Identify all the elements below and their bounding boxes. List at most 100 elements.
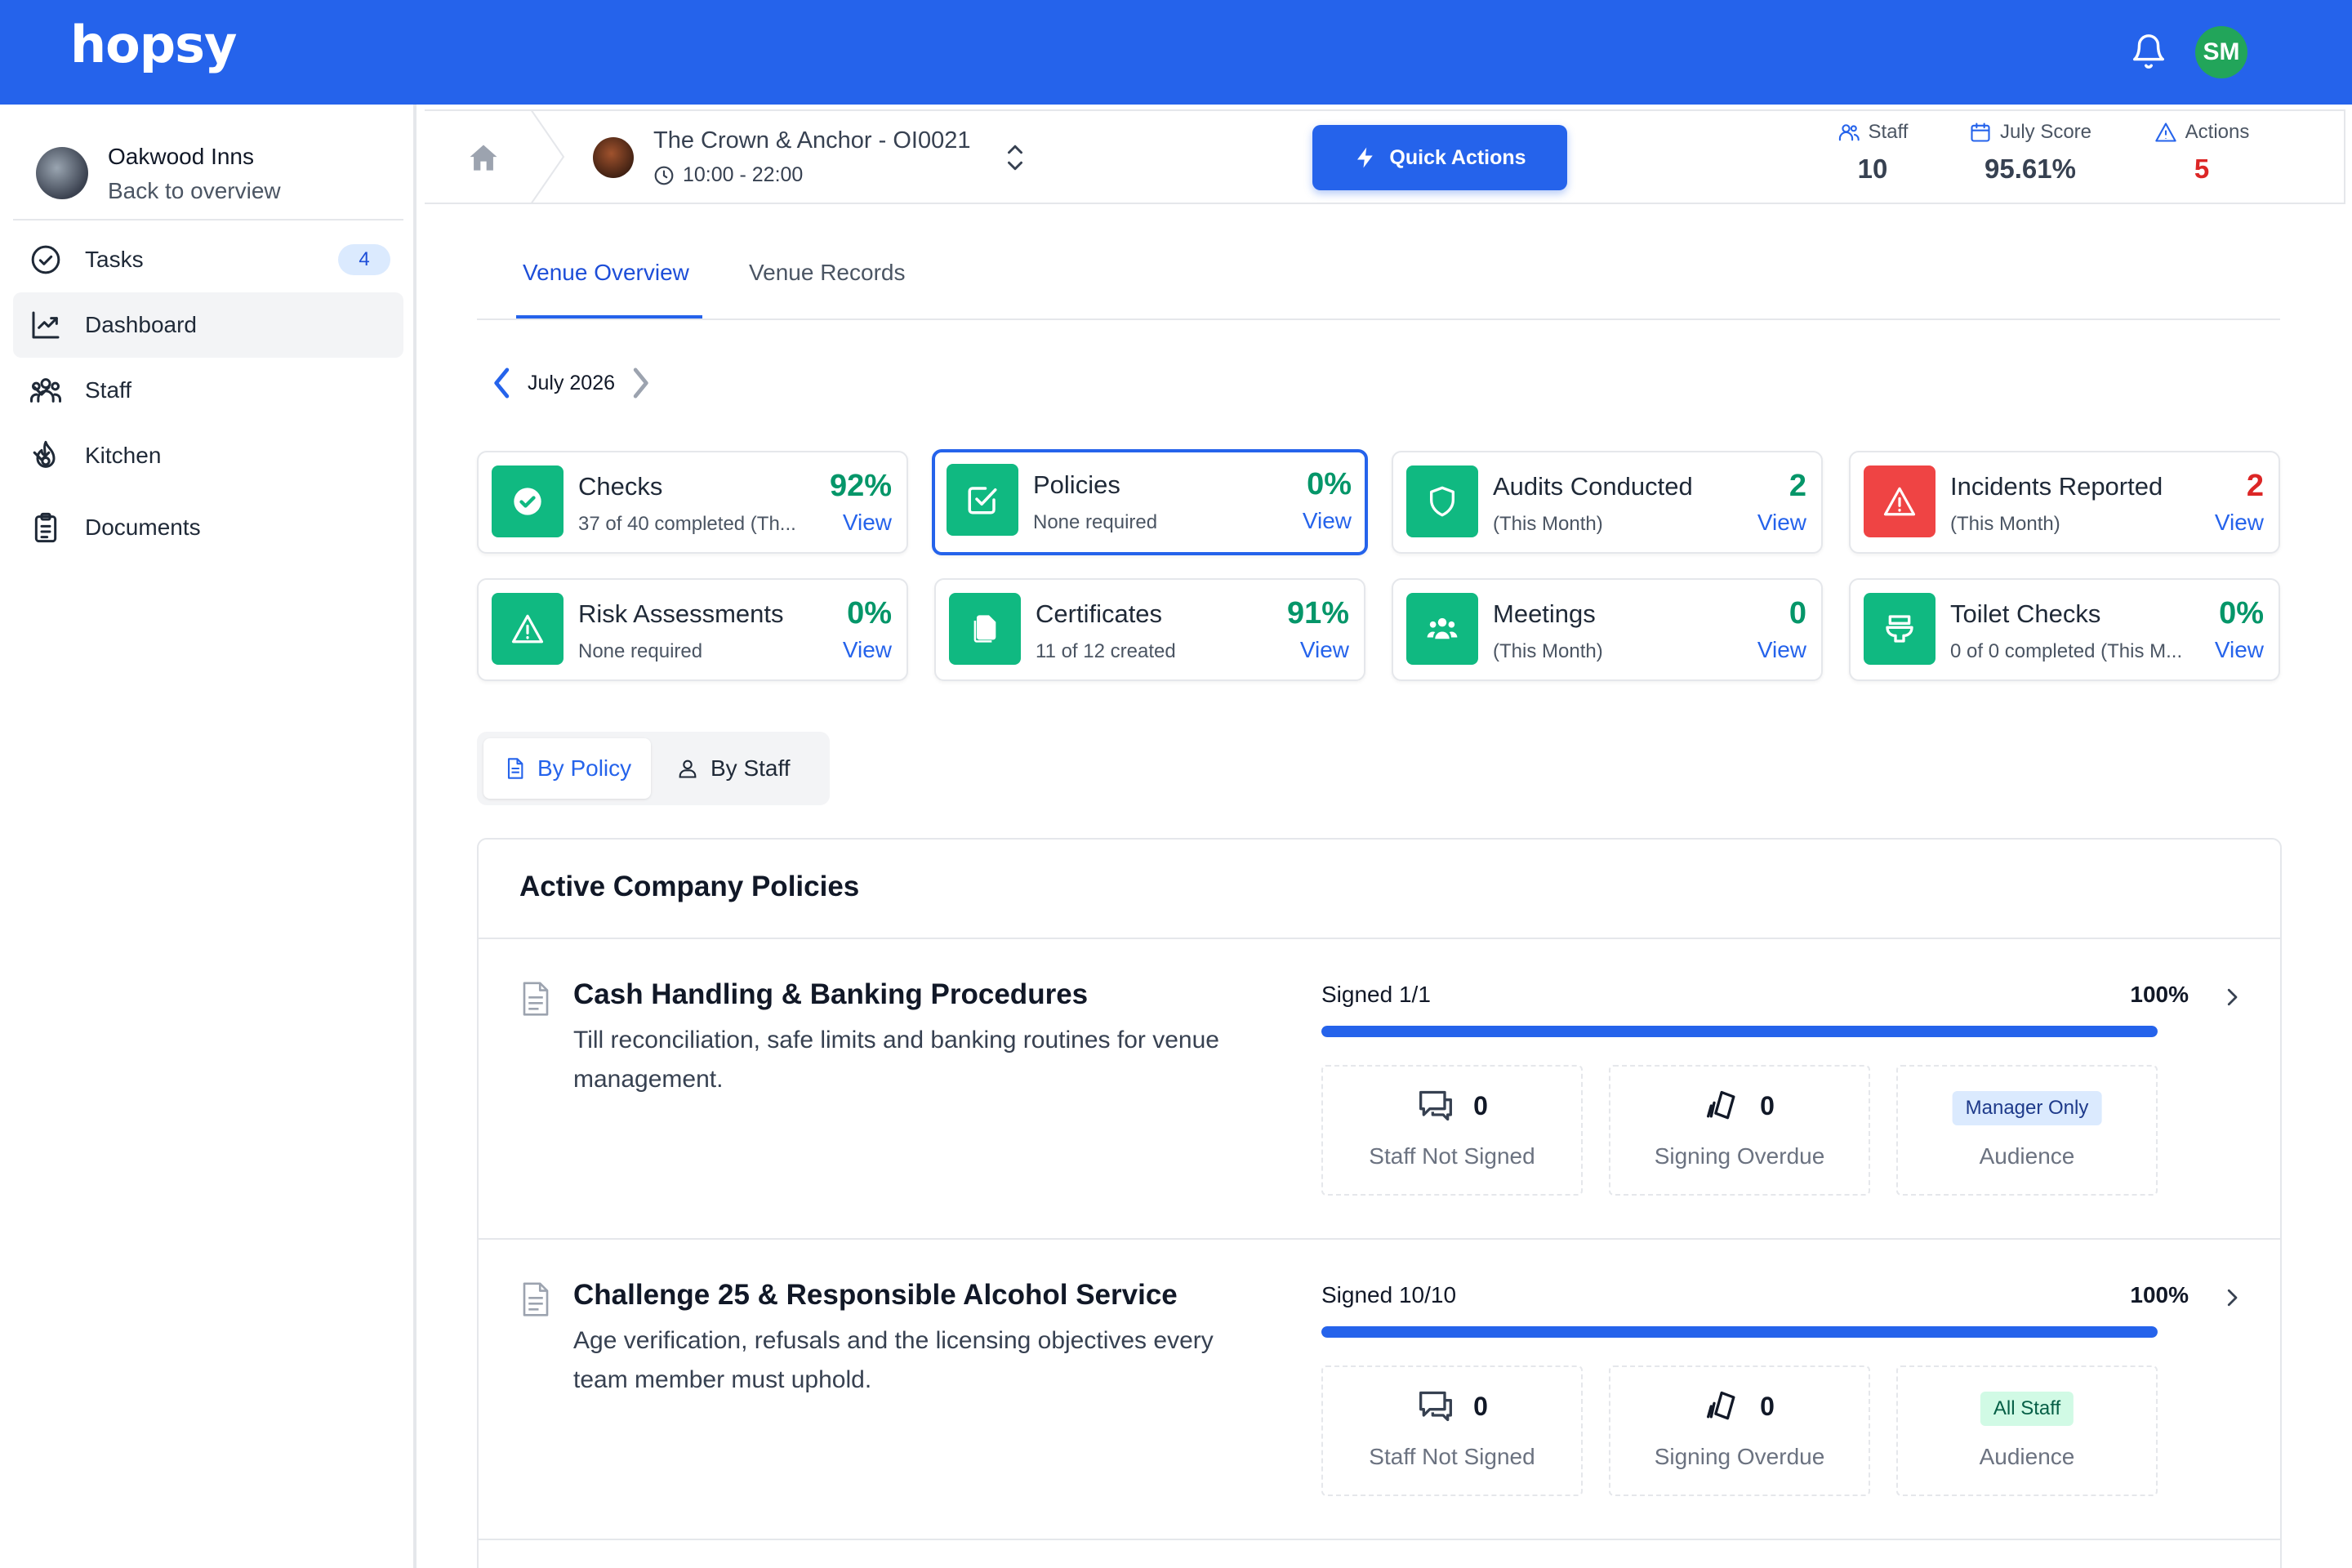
quick-actions-button[interactable]: Quick Actions [1312,125,1567,190]
chevron-down-icon[interactable] [29,378,54,403]
warning-icon [2154,122,2176,142]
stat-label: Staff [1868,121,1909,143]
audience-label: Audience [1979,1143,2075,1169]
card-view-link[interactable]: View [1300,637,1349,663]
card-audits-conducted[interactable]: Audits Conducted (This Month) 2 View [1392,451,1823,554]
org-name: Oakwood Inns [108,144,254,169]
card-view-link[interactable]: View [2215,637,2264,663]
card-toilet-checks[interactable]: Toilet Checks 0 of 0 completed (This M..… [1849,578,2280,681]
card-value: 2 [2246,469,2264,503]
card-value: 91% [1286,596,1349,630]
policy-title[interactable]: Cash Handling & Banking Procedures [573,978,1088,1011]
card-subtitle: None required [578,640,703,662]
card-view-link[interactable]: View [843,510,892,536]
chevron-right-icon[interactable] [2220,985,2244,1009]
card-meetings[interactable]: Meetings (This Month) 0 View [1392,578,1823,681]
stat-actions[interactable]: Actions 5 [2145,121,2259,185]
back-to-overview-link[interactable]: Back to overview [108,178,281,204]
card-checks[interactable]: Checks 37 of 40 completed (Th... 92% Vie… [477,451,908,554]
user-icon [679,760,697,778]
stat-value: 95.61% [1984,154,2076,184]
card-title: Meetings [1493,599,1596,628]
staff-not-signed-box[interactable]: 0 Staff Not Signed [1321,1365,1583,1496]
audience-badge: All Staff [1980,1392,2074,1426]
signing-overdue-box[interactable]: 0 Signing Overdue [1609,1065,1870,1196]
card-view-link[interactable]: View [1757,637,1806,663]
chevron-left-icon[interactable] [490,365,514,401]
app-logo[interactable]: hopsy [70,15,237,74]
sidebar-item-staff[interactable]: Staff [13,358,403,423]
sidebar-item-label: Staff [85,377,132,403]
chat-icon [1419,1090,1453,1121]
card-risk-assessments[interactable]: Risk Assessments None required 0% View [477,578,908,681]
row-divider [479,938,2280,939]
signing-overdue-count: 0 [1760,1391,1775,1421]
bell-icon[interactable] [2130,33,2167,70]
chevron-right-icon[interactable] [628,365,653,401]
card-title: Checks [578,472,663,501]
org-switcher[interactable]: Oakwood Inns Back to overview [36,137,412,216]
card-subtitle: (This Month) [1950,513,2060,535]
chevron-right-icon[interactable] [2220,1285,2244,1310]
home-icon[interactable] [466,140,501,176]
by-staff-button[interactable]: By Staff [657,738,810,799]
card-value: 0% [847,596,892,630]
card-icon [1406,466,1478,537]
tab-venue-records[interactable]: Venue Records [749,260,905,286]
by-staff-label: By Staff [710,755,791,781]
quick-actions-label: Quick Actions [1389,145,1526,169]
tab-venue-overview[interactable]: Venue Overview [523,260,689,286]
user-avatar[interactable]: SM [2195,26,2247,78]
month-label: July 2026 [528,371,616,394]
staff-not-signed-box[interactable]: 0 Staff Not Signed [1321,1065,1583,1196]
sidebar-item-dashboard[interactable]: Dashboard [13,292,403,358]
signing-overdue-box[interactable]: 0 Signing Overdue [1609,1365,1870,1496]
card-value: 0% [2219,596,2264,630]
tab-bar: Venue Overview Venue Records [477,237,2280,320]
card-view-link[interactable]: View [2215,510,2264,536]
sidebar-item-documents[interactable]: Documents [13,495,403,560]
card-policies[interactable]: Policies None required 0% View [932,449,1368,555]
audience-badge: Manager Only [1952,1091,2102,1125]
check-icon [514,488,541,515]
card-view-link[interactable]: View [1757,510,1806,536]
lightning-icon [1357,147,1374,168]
by-policy-button[interactable]: By Policy [483,738,652,799]
users-icon [1838,124,1860,141]
sidebar-item-kitchen[interactable]: Kitchen [13,423,403,488]
check-circle-icon [31,245,60,274]
chat-icon [1419,1391,1453,1422]
stat-july-score[interactable]: July Score 95.61% [1958,121,2102,185]
top-bar: hopsy SM [0,0,2352,105]
policy-title[interactable]: Challenge 25 & Responsible Alcohol Servi… [573,1279,1178,1312]
stat-staff[interactable]: Staff 10 [1821,121,1924,185]
document-icon [507,758,523,779]
card-certificates[interactable]: Certificates 11 of 12 created 91% View [934,578,1365,681]
card-subtitle: (This Month) [1493,640,1603,662]
card-title: Incidents Reported [1950,472,2163,501]
card-view-link[interactable]: View [843,637,892,663]
warning-icon [1883,487,1916,516]
sidebar-item-tasks[interactable]: Tasks 4 [13,227,403,292]
card-title: Risk Assessments [578,599,784,628]
audience-label: Audience [1979,1444,2075,1469]
venue-switch-icon[interactable] [1003,142,1027,173]
warning-icon [511,614,544,644]
chevron-down-icon[interactable] [29,443,54,468]
card-value: 0% [1307,467,1352,501]
sidebar-item-label: Kitchen [85,443,162,468]
card-view-link[interactable]: View [1303,508,1352,534]
audience-box: All Staff Audience [1896,1365,2158,1496]
by-policy-label: By Policy [537,755,632,781]
card-icon [1406,593,1478,665]
policy-signed-percent: 100% [2130,1282,2189,1307]
stat-value: 10 [1857,154,1888,184]
venue-hours-text: 10:00 - 22:00 [683,163,804,186]
card-incidents-reported[interactable]: Incidents Reported (This Month) 2 View [1849,451,2280,554]
staff-not-signed-label: Staff Not Signed [1369,1444,1535,1469]
signed-progress-bar [1321,1326,2158,1338]
card-title: Audits Conducted [1493,472,1693,501]
checkbox-icon [968,487,997,514]
audience-box: Manager Only Audience [1896,1065,2158,1196]
venue-name[interactable]: The Crown & Anchor - OI0021 [653,127,970,154]
